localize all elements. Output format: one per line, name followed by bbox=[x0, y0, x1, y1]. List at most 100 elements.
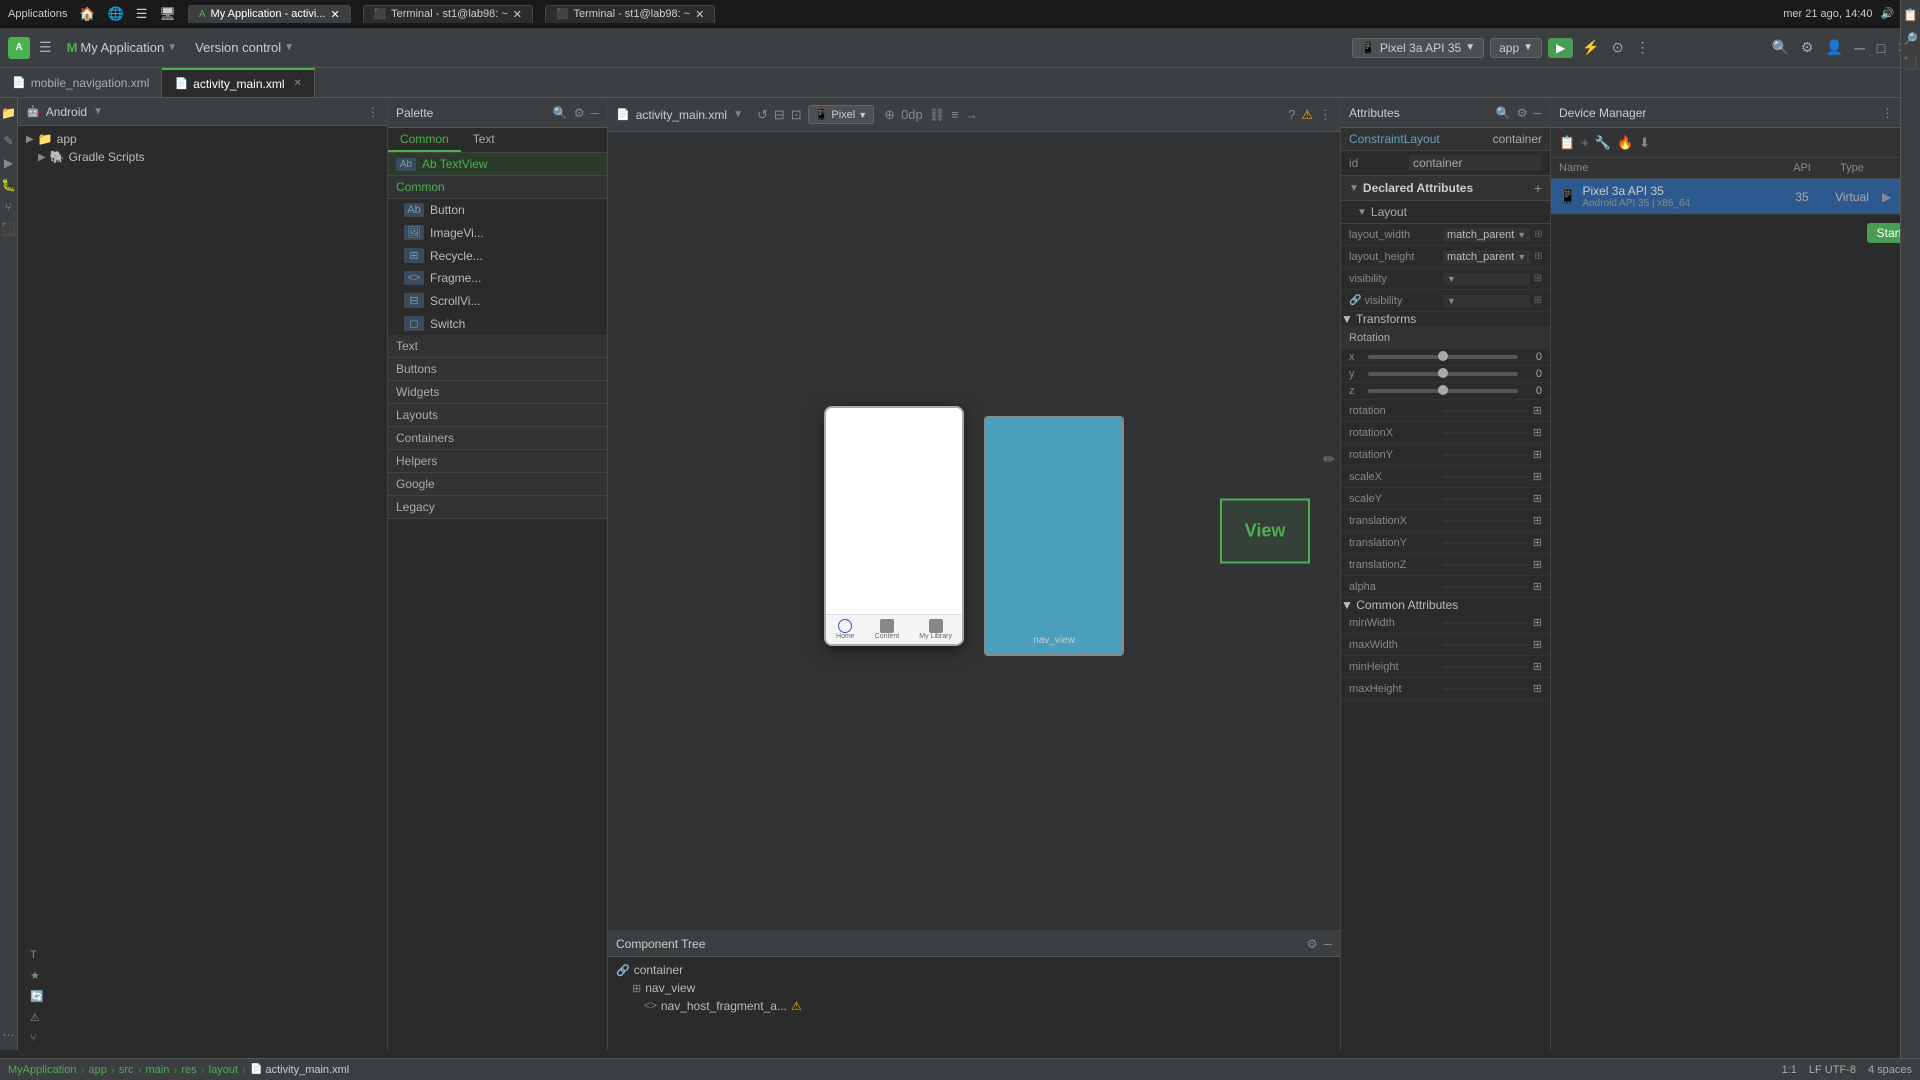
constraint-icon[interactable]: ⊕ bbox=[884, 107, 895, 123]
tree-expand-gradle[interactable]: ▶ bbox=[38, 152, 46, 163]
hamburger-icon[interactable]: ☰ bbox=[36, 36, 55, 59]
palette-item-scrollview[interactable]: ⊟ ScrollVi... bbox=[388, 289, 607, 312]
palette-tab-common[interactable]: Common bbox=[388, 128, 461, 152]
nav-home[interactable]: Home bbox=[836, 619, 855, 640]
attr-vis2-expand[interactable]: ⊞ bbox=[1534, 295, 1542, 306]
translationZ-value[interactable] bbox=[1443, 564, 1529, 566]
run-config-selector[interactable]: app ▼ bbox=[1490, 38, 1542, 58]
attr-lw-expand[interactable]: ⊞ bbox=[1534, 229, 1542, 240]
rotation-field-expand[interactable]: ⊞ bbox=[1533, 404, 1542, 417]
bc-item-src-app[interactable]: app bbox=[88, 1064, 106, 1076]
tab-activity-main[interactable]: 📄 activity_main.xml ✕ bbox=[162, 68, 314, 97]
attr-lh-dropdown[interactable]: ▼ bbox=[1517, 252, 1526, 262]
bc-item-layout[interactable]: layout bbox=[209, 1064, 238, 1076]
dm-copy-icon[interactable]: 📋 bbox=[1559, 135, 1575, 151]
version-control[interactable]: Version control ▼ bbox=[189, 38, 300, 57]
category-google[interactable]: Google bbox=[388, 473, 607, 496]
minWidth-expand[interactable]: ⊞ bbox=[1533, 616, 1542, 629]
size-icon[interactable]: 0dp bbox=[901, 107, 923, 122]
attr-vis-dropdown[interactable]: ▼ bbox=[1447, 274, 1456, 284]
maximize-icon[interactable]: □ bbox=[1874, 37, 1888, 59]
scaleY-expand[interactable]: ⊞ bbox=[1533, 492, 1542, 505]
attr-vis2-dropdown[interactable]: ▼ bbox=[1447, 296, 1456, 306]
translationY-expand[interactable]: ⊞ bbox=[1533, 536, 1542, 549]
dm-add-icon[interactable]: + bbox=[1581, 135, 1589, 150]
palette-item-switch[interactable]: ◻ Switch bbox=[388, 312, 607, 335]
translationX-value[interactable] bbox=[1443, 520, 1529, 522]
rs-icon-2[interactable]: 🔎 bbox=[1903, 32, 1918, 46]
palette-close-icon[interactable]: ─ bbox=[590, 106, 599, 120]
category-helpers[interactable]: Helpers bbox=[388, 450, 607, 473]
maxHeight-expand[interactable]: ⊞ bbox=[1533, 682, 1542, 695]
attr-id-value[interactable]: container bbox=[1409, 155, 1542, 171]
tab-close-1[interactable]: ✕ bbox=[330, 8, 339, 21]
sidebar-commit-icon[interactable]: ✎ bbox=[1, 134, 17, 148]
app-menu[interactable]: Applications bbox=[8, 8, 67, 20]
attr-lh-expand[interactable]: ⊞ bbox=[1534, 251, 1542, 262]
tab-main-close[interactable]: ✕ bbox=[294, 78, 302, 89]
bottom-tool-3[interactable]: 🔄 bbox=[22, 988, 383, 1005]
minimize-icon[interactable]: ─ bbox=[1852, 37, 1868, 59]
attr-search-icon[interactable]: 🔍 bbox=[1496, 106, 1511, 120]
rx-slider[interactable] bbox=[1368, 355, 1518, 359]
coverage-icon[interactable]: ⊙ bbox=[1609, 36, 1627, 59]
help-icon[interactable]: ? bbox=[1288, 107, 1295, 122]
palette-item-recyclerview[interactable]: ⊞ Recycle... bbox=[388, 244, 607, 267]
rotationY-value[interactable] bbox=[1443, 454, 1529, 456]
nav-content[interactable]: Content bbox=[875, 619, 900, 640]
run-button[interactable]: ▶ bbox=[1548, 38, 1573, 58]
search-icon[interactable]: 🔍 bbox=[1768, 36, 1791, 59]
bc-item-file[interactable]: 📄 activity_main.xml bbox=[250, 1064, 349, 1076]
settings-icon[interactable]: ⚙ bbox=[1798, 36, 1817, 59]
layout-section-header[interactable]: ▼ Layout bbox=[1341, 201, 1550, 224]
sidebar-git-icon[interactable]: ⑂ bbox=[1, 200, 17, 214]
lightning-icon[interactable]: ⚡ bbox=[1579, 36, 1602, 59]
bottom-tool-5[interactable]: ⑂ bbox=[22, 1030, 383, 1046]
rotationX-expand[interactable]: ⊞ bbox=[1533, 426, 1542, 439]
tab-my-application[interactable]: A My Application - activi... ✕ bbox=[188, 5, 351, 23]
dm-settings-icon[interactable]: 🔧 bbox=[1595, 135, 1611, 151]
ct-item-container[interactable]: 🔗 container bbox=[616, 961, 1332, 979]
ct-item-nav-view[interactable]: ⊞ nav_view bbox=[616, 979, 1332, 997]
canvas-more-icon[interactable]: ⋮ bbox=[1319, 107, 1332, 123]
attr-lw-value[interactable]: match_parent ▼ bbox=[1443, 228, 1530, 242]
canvas-zoom-icon[interactable]: ⊡ bbox=[791, 107, 802, 123]
translationY-value[interactable] bbox=[1443, 542, 1529, 544]
translationX-expand[interactable]: ⊞ bbox=[1533, 514, 1542, 527]
rotationY-expand[interactable]: ⊞ bbox=[1533, 448, 1542, 461]
ct-minimize-icon[interactable]: ─ bbox=[1323, 937, 1332, 951]
sidebar-folder-icon[interactable]: 📁 bbox=[1, 106, 17, 120]
edit-icon[interactable]: ✏ bbox=[1323, 451, 1335, 468]
android-dropdown[interactable]: ▼ bbox=[93, 106, 103, 117]
dm-download-icon[interactable]: ⬇ bbox=[1639, 135, 1650, 151]
volume-icon[interactable]: 🔊 bbox=[1881, 7, 1895, 20]
project-dropdown-icon[interactable]: ▼ bbox=[167, 42, 177, 53]
alpha-expand[interactable]: ⊞ bbox=[1533, 580, 1542, 593]
device-btn[interactable]: 📱 Pixel ▼ bbox=[808, 105, 874, 124]
bottom-tool-2[interactable]: ★ bbox=[22, 967, 383, 984]
attr-lh-value[interactable]: match_parent ▼ bbox=[1443, 250, 1530, 264]
tree-item-gradle[interactable]: ▶ 🐘 Gradle Scripts bbox=[18, 148, 387, 166]
palette-item-button[interactable]: Ab Button bbox=[388, 199, 607, 221]
tree-item-app[interactable]: ▶ 📁 app bbox=[18, 130, 387, 148]
ct-item-nav-fragment[interactable]: <> nav_host_fragment_a... ⚠ bbox=[616, 997, 1332, 1015]
canvas-orient-icon[interactable]: ⊟ bbox=[774, 107, 785, 123]
rs-icon-1[interactable]: 📋 bbox=[1903, 8, 1918, 22]
scaleX-expand[interactable]: ⊞ bbox=[1533, 470, 1542, 483]
nav-library[interactable]: My Library bbox=[919, 619, 952, 640]
tab-close-3[interactable]: ✕ bbox=[695, 8, 704, 21]
sidebar-debug-icon[interactable]: 🐛 bbox=[1, 178, 17, 192]
canvas-rotate-icon[interactable]: ↺ bbox=[757, 107, 768, 123]
maxWidth-value[interactable] bbox=[1443, 644, 1529, 646]
category-buttons[interactable]: Buttons bbox=[388, 358, 607, 381]
bottom-tool-4[interactable]: ⚠ bbox=[22, 1009, 383, 1026]
tab-close-2[interactable]: ✕ bbox=[513, 8, 522, 21]
declared-section-header[interactable]: ▼ Declared Attributes + bbox=[1341, 176, 1550, 201]
device-selector[interactable]: 📱 Pixel 3a API 35 ▼ bbox=[1352, 38, 1484, 58]
palette-item-imageview[interactable]: 🖼 ImageVi... bbox=[388, 221, 607, 244]
category-text[interactable]: Text bbox=[388, 335, 607, 358]
maxWidth-expand[interactable]: ⊞ bbox=[1533, 638, 1542, 651]
translationZ-expand[interactable]: ⊞ bbox=[1533, 558, 1542, 571]
tab-terminal-2[interactable]: ⬛ Terminal - st1@lab98: ~ ✕ bbox=[545, 5, 715, 23]
minWidth-value[interactable] bbox=[1443, 622, 1529, 624]
